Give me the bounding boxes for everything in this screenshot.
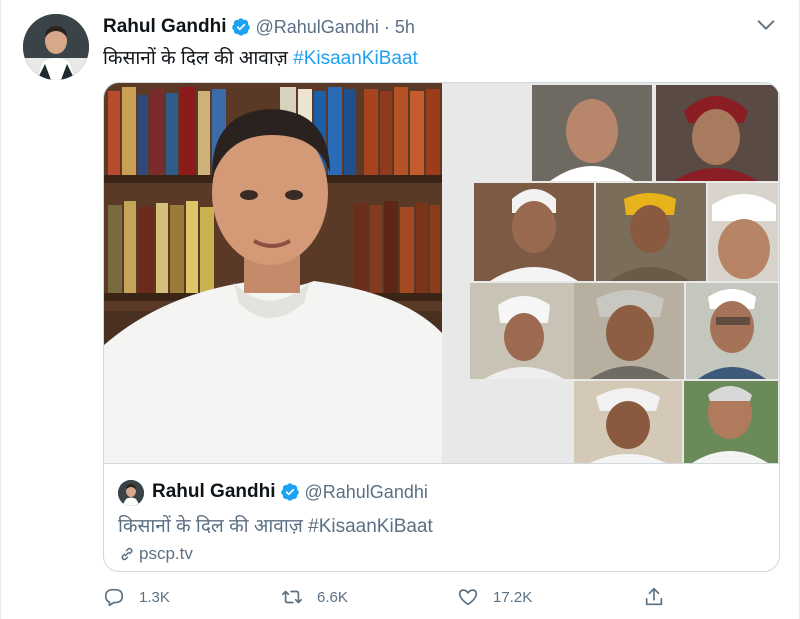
tweet-text: किसानों के दिल की आवाज़ #KisaanKiBaat	[103, 44, 418, 70]
author-handle[interactable]: @RahulGandhi	[256, 17, 379, 38]
reply-count: 1.3K	[139, 588, 170, 606]
quoted-text: किसानों के दिल की आवाज़ #KisaanKiBaat	[118, 516, 433, 537]
action-bar: 1.3K 6.6K 17.2K	[103, 582, 703, 612]
tweet-card[interactable]: Rahul Gandhi @RahulGandhi · 5h किसानों क…	[0, 0, 800, 619]
like-count: 17.2K	[493, 588, 533, 606]
quoted-link[interactable]: pscp.tv	[118, 544, 193, 564]
chevron-down-icon[interactable]	[755, 14, 777, 36]
quoted-author-name: Rahul Gandhi	[152, 481, 276, 502]
hashtag-link[interactable]: #KisaanKiBaat	[293, 48, 418, 69]
separator-dot: ·	[383, 16, 390, 37]
author-avatar[interactable]	[23, 14, 89, 80]
reply-icon	[104, 588, 124, 607]
timestamp[interactable]: 5h	[395, 17, 415, 38]
share-icon	[645, 587, 663, 606]
verified-badge-icon	[280, 483, 299, 501]
quoted-author-avatar	[118, 480, 144, 506]
avatar-image	[23, 14, 89, 80]
quoted-header: Rahul Gandhi @RahulGandhi	[152, 478, 428, 506]
video-call-image	[104, 83, 779, 463]
link-icon	[121, 547, 133, 561]
verified-badge-icon	[231, 18, 250, 36]
quoted-avatar-image	[118, 480, 144, 506]
quoted-card[interactable]: Rahul Gandhi @RahulGandhi किसानों के दिल…	[103, 82, 780, 572]
retweet-button[interactable]: 6.6K	[281, 582, 348, 612]
heart-icon	[458, 589, 478, 606]
link-text[interactable]: pscp.tv	[139, 544, 193, 564]
tweet-header: Rahul Gandhi @RahulGandhi · 5h	[103, 14, 415, 40]
retweet-count: 6.6K	[317, 588, 348, 606]
media-thumbnail[interactable]	[104, 83, 779, 463]
quoted-author-handle: @RahulGandhi	[304, 481, 428, 502]
share-button[interactable]	[643, 582, 665, 612]
like-button[interactable]: 17.2K	[457, 582, 532, 612]
author-name[interactable]: Rahul Gandhi	[103, 16, 227, 38]
quoted-tweet[interactable]: Rahul Gandhi @RahulGandhi किसानों के दिल…	[104, 463, 779, 571]
tweet-body: किसानों के दिल की आवाज़	[103, 48, 288, 69]
reply-button[interactable]: 1.3K	[103, 582, 170, 612]
retweet-icon	[282, 590, 302, 604]
